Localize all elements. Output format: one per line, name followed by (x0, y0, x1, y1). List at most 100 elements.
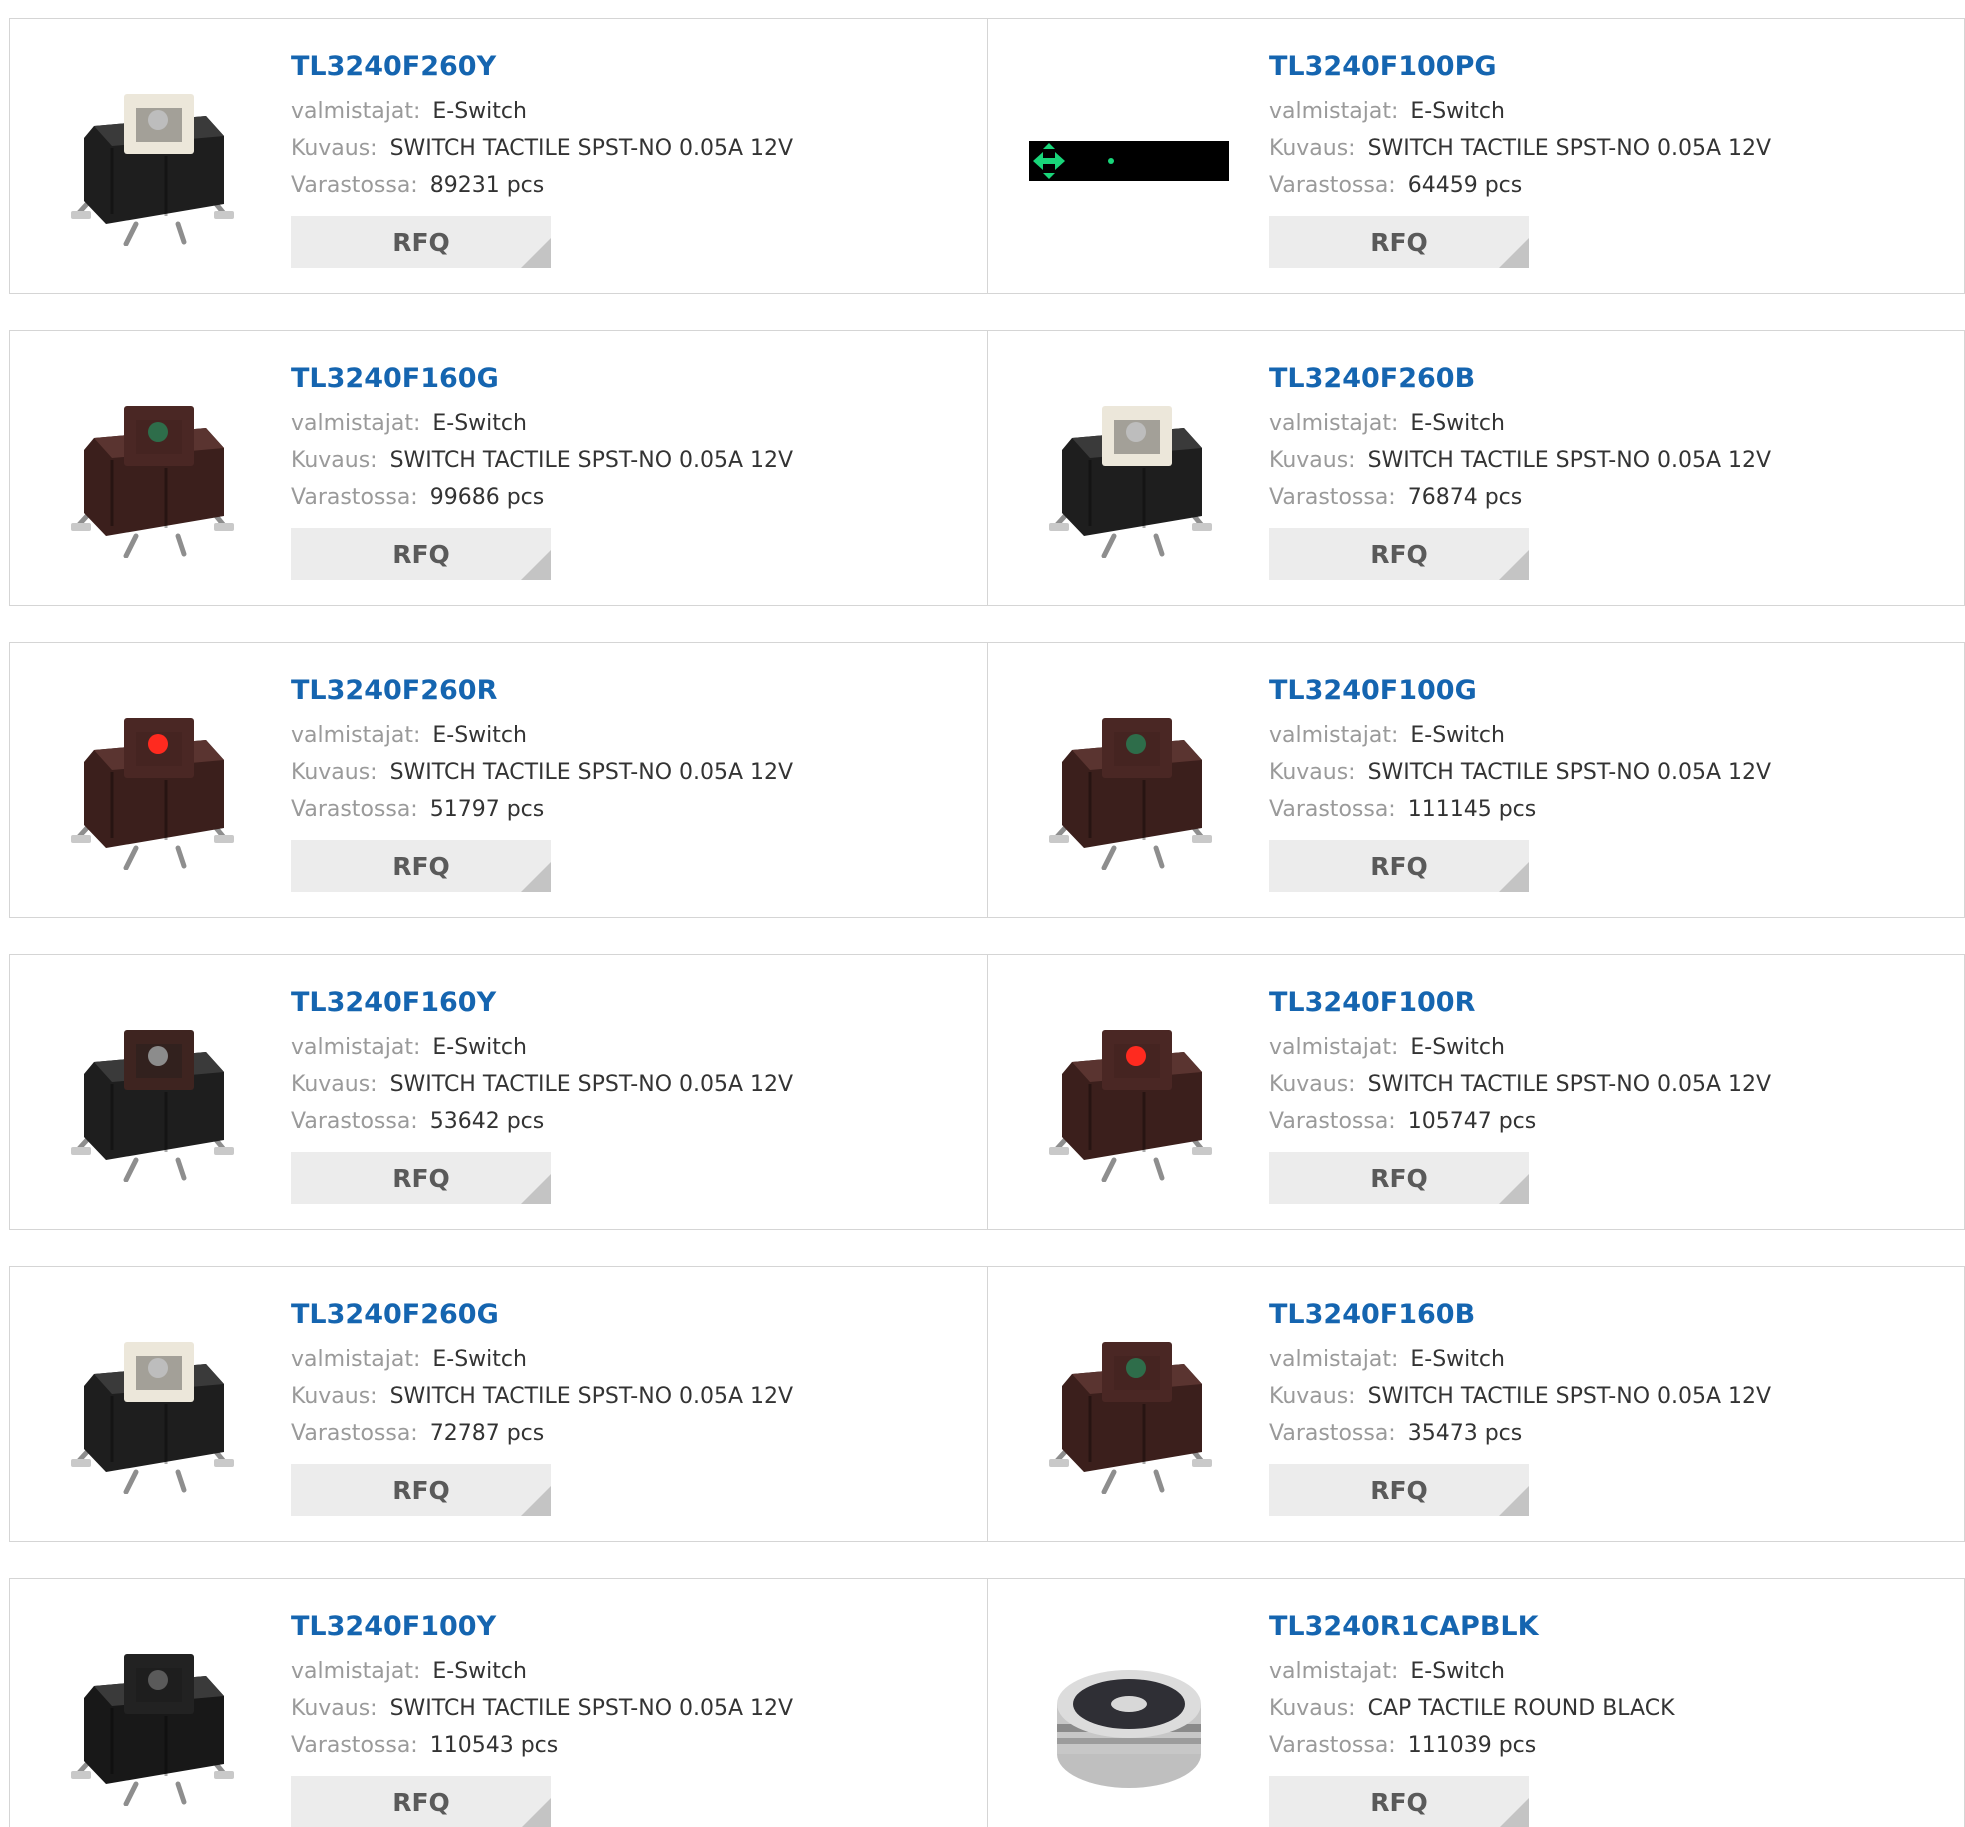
product-image[interactable] (1029, 1621, 1229, 1821)
stock-line: Varastossa: 99686 pcs (291, 479, 977, 516)
stock-line: Varastossa: 35473 pcs (1269, 1415, 1954, 1452)
stock-value: 72787 pcs (429, 1421, 545, 1446)
product-row: TL3240F100Y valmistajat: E-Switch Kuvaus:… (9, 1578, 1965, 1827)
manufacturer-label: valmistajat: (1269, 1659, 1399, 1684)
corner-triangle-icon (1499, 1174, 1529, 1204)
product-row: TL3240F160Y valmistajat: E-Switch Kuvaus:… (9, 954, 1965, 1230)
product-card: TL3240F100R valmistajat: E-Switch Kuvaus:… (987, 955, 1964, 1229)
rfq-button[interactable]: RFQ (291, 840, 551, 892)
manufacturer-line: valmistajat: E-Switch (1269, 717, 1954, 754)
part-number-link[interactable]: TL3240F160B (1269, 1297, 1954, 1333)
stock-value: 111039 pcs (1407, 1733, 1537, 1758)
rfq-button[interactable]: RFQ (1269, 1152, 1529, 1204)
description-value: SWITCH TACTILE SPST-NO 0.05A 12V (389, 1072, 794, 1097)
manufacturer-label: valmistajat: (1269, 411, 1399, 436)
stock-line: Varastossa: 64459 pcs (1269, 167, 1954, 204)
product-image[interactable] (51, 685, 251, 885)
description-value: SWITCH TACTILE SPST-NO 0.05A 12V (1367, 760, 1772, 785)
part-number-link[interactable]: TL3240F100R (1269, 985, 1954, 1021)
manufacturer-line: valmistajat: E-Switch (291, 405, 977, 442)
manufacturer-value: E-Switch (432, 411, 527, 436)
product-card: TL3240F260R valmistajat: E-Switch Kuvaus:… (10, 643, 987, 917)
product-info: TL3240R1CAPBLK valmistajat: E-Switch Kuva… (1269, 1609, 1954, 1827)
description-value: SWITCH TACTILE SPST-NO 0.05A 12V (389, 1696, 794, 1721)
part-number-link[interactable]: TL3240F260B (1269, 361, 1954, 397)
stock-label: Varastossa: (291, 1109, 418, 1134)
stock-label: Varastossa: (291, 173, 418, 198)
description-value: SWITCH TACTILE SPST-NO 0.05A 12V (1367, 448, 1772, 473)
part-number-link[interactable]: TL3240F100Y (291, 1609, 977, 1645)
description-value: SWITCH TACTILE SPST-NO 0.05A 12V (1367, 1384, 1772, 1409)
rfq-button[interactable]: RFQ (1269, 1464, 1529, 1516)
description-label: Kuvaus: (291, 136, 378, 161)
part-number-link[interactable]: TL3240F160Y (291, 985, 977, 1021)
rfq-button[interactable]: RFQ (1269, 1776, 1529, 1827)
product-card: TL3240F260G valmistajat: E-Switch Kuvaus:… (10, 1267, 987, 1541)
manufacturer-label: valmistajat: (291, 723, 421, 748)
part-number-link[interactable]: TL3240F260Y (291, 49, 977, 85)
rfq-label: RFQ (392, 227, 450, 257)
part-number-link[interactable]: TL3240F260R (291, 673, 977, 709)
part-number-link[interactable]: TL3240F100G (1269, 673, 1954, 709)
manufacturer-line: valmistajat: E-Switch (1269, 1653, 1954, 1690)
product-image[interactable] (51, 1309, 251, 1509)
manufacturer-value: E-Switch (1410, 1659, 1505, 1684)
rfq-button[interactable]: RFQ (1269, 528, 1529, 580)
product-image[interactable] (1029, 373, 1229, 573)
rfq-button[interactable]: RFQ (291, 1464, 551, 1516)
rfq-button[interactable]: RFQ (291, 1152, 551, 1204)
product-image[interactable] (1029, 1309, 1229, 1509)
corner-triangle-icon (521, 550, 551, 580)
product-info: TL3240F100PG valmistajat: E-Switch Kuvaus… (1269, 49, 1954, 268)
description-label: Kuvaus: (291, 760, 378, 785)
description-line: Kuvaus: SWITCH TACTILE SPST-NO 0.05A 12V (1269, 130, 1954, 167)
part-number-link[interactable]: TL3240F160G (291, 361, 977, 397)
description-value: SWITCH TACTILE SPST-NO 0.05A 12V (389, 448, 794, 473)
stock-value: 35473 pcs (1407, 1421, 1523, 1446)
manufacturer-label: valmistajat: (291, 1035, 421, 1060)
manufacturer-line: valmistajat: E-Switch (291, 93, 977, 130)
rfq-button[interactable]: RFQ (1269, 216, 1529, 268)
part-number-link[interactable]: TL3240F260G (291, 1297, 977, 1333)
product-row: TL3240F260G valmistajat: E-Switch Kuvaus:… (9, 1266, 1965, 1542)
rfq-button[interactable]: RFQ (291, 1776, 551, 1827)
product-row: TL3240F160G valmistajat: E-Switch Kuvaus:… (9, 330, 1965, 606)
description-label: Kuvaus: (1269, 1696, 1356, 1721)
description-line: Kuvaus: SWITCH TACTILE SPST-NO 0.05A 12V (291, 754, 977, 791)
product-image[interactable] (51, 1621, 251, 1821)
product-card: TL3240F160G valmistajat: E-Switch Kuvaus:… (10, 331, 987, 605)
rfq-label: RFQ (392, 539, 450, 569)
product-image[interactable] (51, 373, 251, 573)
manufacturer-value: E-Switch (1410, 411, 1505, 436)
stock-label: Varastossa: (1269, 1421, 1396, 1446)
rfq-label: RFQ (1370, 539, 1428, 569)
rfq-button[interactable]: RFQ (291, 528, 551, 580)
rfq-button[interactable]: RFQ (1269, 840, 1529, 892)
product-image[interactable] (1029, 997, 1229, 1197)
description-label: Kuvaus: (1269, 1072, 1356, 1097)
part-number-link[interactable]: TL3240F100PG (1269, 49, 1954, 85)
manufacturer-label: valmistajat: (291, 411, 421, 436)
corner-triangle-icon (1499, 1486, 1529, 1516)
description-line: Kuvaus: SWITCH TACTILE SPST-NO 0.05A 12V (1269, 1378, 1954, 1415)
part-number-link[interactable]: TL3240R1CAPBLK (1269, 1609, 1954, 1645)
rfq-button[interactable]: RFQ (291, 216, 551, 268)
product-card: TL3240F100Y valmistajat: E-Switch Kuvaus:… (10, 1579, 987, 1827)
description-label: Kuvaus: (1269, 1384, 1356, 1409)
description-line: Kuvaus: SWITCH TACTILE SPST-NO 0.05A 12V (1269, 1066, 1954, 1103)
product-card: TL3240F160Y valmistajat: E-Switch Kuvaus:… (10, 955, 987, 1229)
description-value: SWITCH TACTILE SPST-NO 0.05A 12V (1367, 136, 1772, 161)
manufacturer-label: valmistajat: (291, 1659, 421, 1684)
product-image[interactable] (51, 997, 251, 1197)
corner-triangle-icon (1499, 862, 1529, 892)
product-image[interactable] (51, 61, 251, 261)
stock-value: 76874 pcs (1407, 485, 1523, 510)
stock-label: Varastossa: (1269, 1109, 1396, 1134)
manufacturer-label: valmistajat: (1269, 1035, 1399, 1060)
corner-triangle-icon (521, 1174, 551, 1204)
manufacturer-value: E-Switch (432, 99, 527, 124)
description-value: SWITCH TACTILE SPST-NO 0.05A 12V (389, 136, 794, 161)
product-info: TL3240F100Y valmistajat: E-Switch Kuvaus:… (291, 1609, 977, 1827)
product-image[interactable] (1029, 685, 1229, 885)
product-image[interactable] (1029, 61, 1229, 261)
